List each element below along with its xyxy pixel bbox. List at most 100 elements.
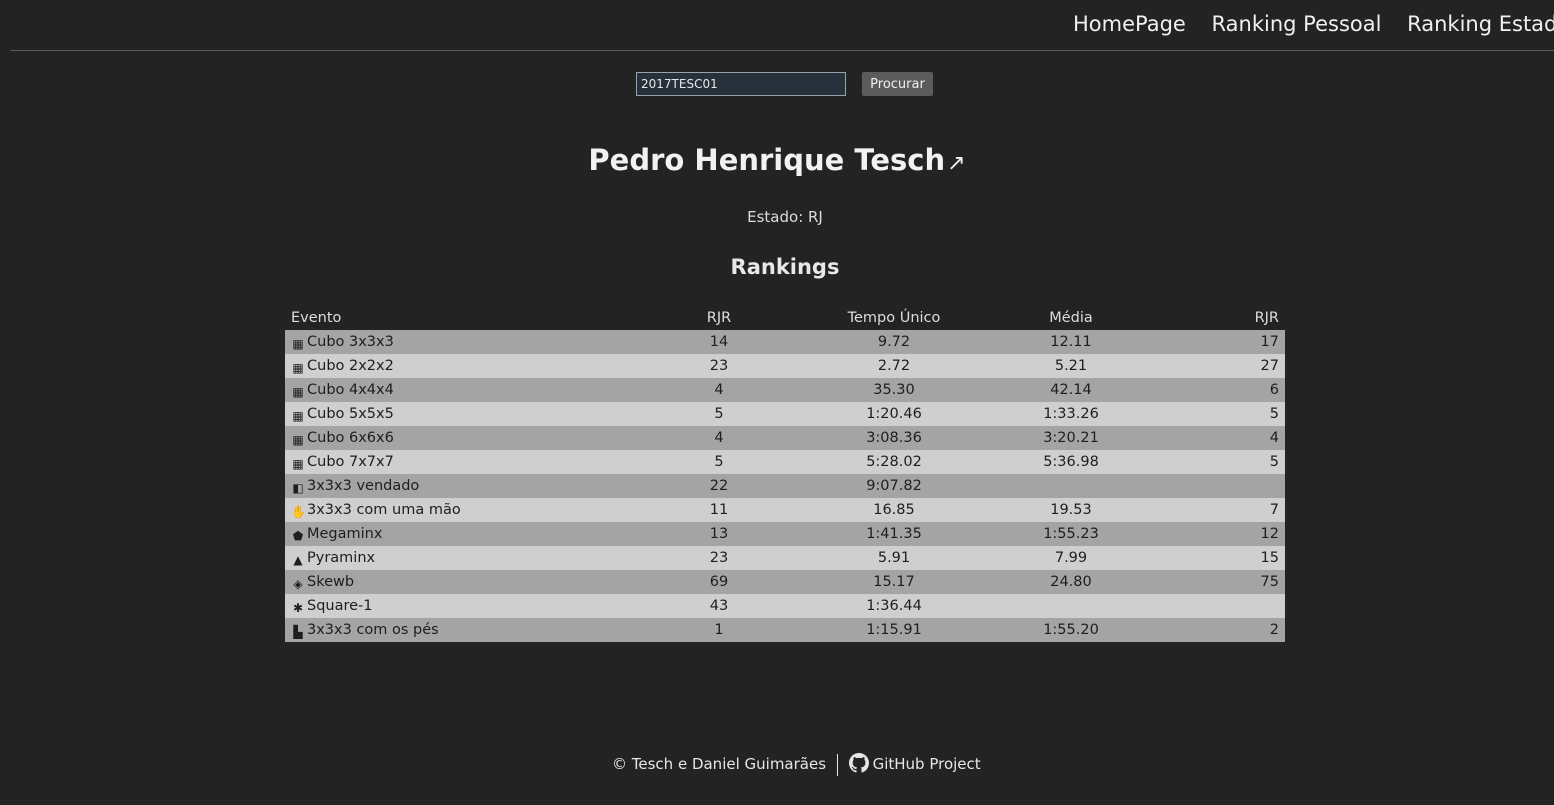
cell-average: 1:55.20 (983, 618, 1159, 642)
table-row: ▦ Cubo 2x2x2 23 2.72 5.21 27 (285, 354, 1285, 378)
table-row: ✋3x3x3 com uma mão 11 16.85 19.53 7 (285, 498, 1285, 522)
github-link[interactable]: GitHub Project (873, 755, 981, 773)
event-name: Pyraminx (307, 549, 376, 566)
table-row: ◧ 3x3x3 vendado 22 9:07.82 (285, 474, 1285, 498)
table-row: ▦ Cubo 3x3x3 14 9.72 12.11 17 (285, 330, 1285, 354)
cell-average: 42.14 (983, 378, 1159, 402)
cell-event: ✱ Square-1 (285, 594, 633, 618)
event-name: Cubo 2x2x2 (307, 357, 394, 374)
cell-average: 12.11 (983, 330, 1159, 354)
external-link-icon[interactable]: ↗ (947, 151, 965, 176)
cell-single-rank: 1 (633, 618, 805, 642)
cube-5x5-icon: ▦ (292, 408, 304, 423)
cell-single: 1:20.46 (805, 402, 983, 426)
event-name: Square-1 (307, 597, 373, 614)
cell-single-rank: 14 (633, 330, 805, 354)
event-name: Cubo 7x7x7 (307, 453, 394, 470)
event-name: Skewb (307, 573, 355, 590)
cell-average: 3:20.21 (983, 426, 1159, 450)
footer-credit: © Tesch e Daniel Guimarães (612, 755, 827, 773)
event-name: 3x3x3 com os pés (307, 621, 439, 638)
rankings-heading: Rankings (730, 255, 840, 279)
cell-average (983, 474, 1159, 498)
cube-6x6-icon: ▦ (292, 432, 304, 447)
square-1-icon: ✱ (292, 600, 304, 615)
cell-average-rank: 2 (1159, 618, 1285, 642)
column-header-average: Média (1049, 310, 1093, 326)
cell-single: 5:28.02 (805, 450, 983, 474)
table-row: ▦ Cubo 5x5x5 5 1:20.46 1:33.26 5 (285, 402, 1285, 426)
one-hand-icon: ✋ (291, 504, 306, 519)
table-row: ▲ Pyraminx 23 5.91 7.99 15 (285, 546, 1285, 570)
cell-single: 1:15.91 (805, 618, 983, 642)
nav-ranking-estadual[interactable]: Ranking Estadual (1407, 12, 1554, 36)
competitor-name[interactable]: Pedro Henrique Tesch (588, 143, 945, 177)
cell-single: 15.17 (805, 570, 983, 594)
blindfolded-icon: ◧ (292, 480, 304, 495)
column-header-single-rank: RJR (706, 310, 732, 326)
cell-average-rank (1159, 474, 1285, 498)
cell-average-rank: 6 (1159, 378, 1285, 402)
cell-average-rank: 5 (1159, 450, 1285, 474)
navbar: HomePage Ranking Pessoal Ranking Estadua… (10, 0, 1554, 51)
cell-event: ◧ 3x3x3 vendado (285, 474, 633, 498)
cube-3x3-icon: ▦ (292, 336, 304, 351)
cell-single: 16.85 (805, 498, 983, 522)
search-input[interactable] (636, 72, 846, 96)
cell-average: 7.99 (983, 546, 1159, 570)
skewb-icon: ◈ (293, 576, 303, 591)
cell-average-rank: 27 (1159, 354, 1285, 378)
table-row: ⬟ Megaminx 13 1:41.35 1:55.23 12 (285, 522, 1285, 546)
table-row: ▙ 3x3x3 com os pés 1 1:15.91 1:55.20 2 (285, 618, 1285, 642)
cell-single: 2.72 (805, 354, 983, 378)
cube-2x2-icon: ▦ (292, 360, 304, 375)
event-name: Cubo 6x6x6 (307, 429, 394, 446)
cell-single-rank: 11 (633, 498, 805, 522)
cell-single-rank: 22 (633, 474, 805, 498)
cell-event: ▦ Cubo 7x7x7 (285, 450, 633, 474)
cell-average-rank: 4 (1159, 426, 1285, 450)
cell-single-rank: 23 (633, 546, 805, 570)
cell-event: ⬟ Megaminx (285, 522, 633, 546)
cell-average: 1:55.23 (983, 522, 1159, 546)
cell-single: 3:08.36 (805, 426, 983, 450)
cube-7x7-icon: ▦ (292, 456, 304, 471)
table-row: ▦ Cubo 6x6x6 4 3:08.36 3:20.21 4 (285, 426, 1285, 450)
nav-ranking-pessoal[interactable]: Ranking Pessoal (1212, 12, 1382, 36)
search-button[interactable]: Procurar (862, 72, 933, 96)
event-name: Megaminx (307, 525, 383, 542)
event-name: Cubo 3x3x3 (307, 333, 394, 350)
feet-icon: ▙ (293, 624, 303, 639)
cell-average: 1:33.26 (983, 402, 1159, 426)
cell-average (983, 594, 1159, 618)
event-name: 3x3x3 com uma mão (307, 501, 461, 518)
github-icon[interactable] (848, 753, 869, 773)
state-label: Estado: RJ (747, 208, 823, 226)
cell-single-rank: 4 (633, 426, 805, 450)
page-title: Pedro Henrique Tesch↗ (0, 143, 1554, 177)
cell-single-rank: 4 (633, 378, 805, 402)
table-row: ✱ Square-1 43 1:36.44 (285, 594, 1285, 618)
cell-average-rank (1159, 594, 1285, 618)
cell-single-rank: 43 (633, 594, 805, 618)
cell-single-rank: 69 (633, 570, 805, 594)
cell-single: 1:41.35 (805, 522, 983, 546)
rankings-table: Evento RJR Tempo Único Média RJR ▦ Cubo 3… (285, 306, 1285, 642)
cell-single-rank: 5 (633, 450, 805, 474)
cell-event: ▦ Cubo 4x4x4 (285, 378, 633, 402)
cell-single: 9.72 (805, 330, 983, 354)
cell-average-rank: 12 (1159, 522, 1285, 546)
nav-links: HomePage Ranking Pessoal Ranking Estadua… (1073, 12, 1554, 36)
table-row: ▦ Cubo 4x4x4 4 35.30 42.14 6 (285, 378, 1285, 402)
cell-average-rank: 75 (1159, 570, 1285, 594)
cell-single: 35.30 (805, 378, 983, 402)
cell-average: 19.53 (983, 498, 1159, 522)
search-form: Procurar (636, 72, 933, 96)
cell-average-rank: 7 (1159, 498, 1285, 522)
table-row: ◈ Skewb 69 15.17 24.80 75 (285, 570, 1285, 594)
cell-single: 9:07.82 (805, 474, 983, 498)
cell-average: 5.21 (983, 354, 1159, 378)
cell-event: ◈ Skewb (285, 570, 633, 594)
column-header-average-rank: RJR (1254, 310, 1279, 326)
nav-homepage[interactable]: HomePage (1073, 12, 1186, 36)
